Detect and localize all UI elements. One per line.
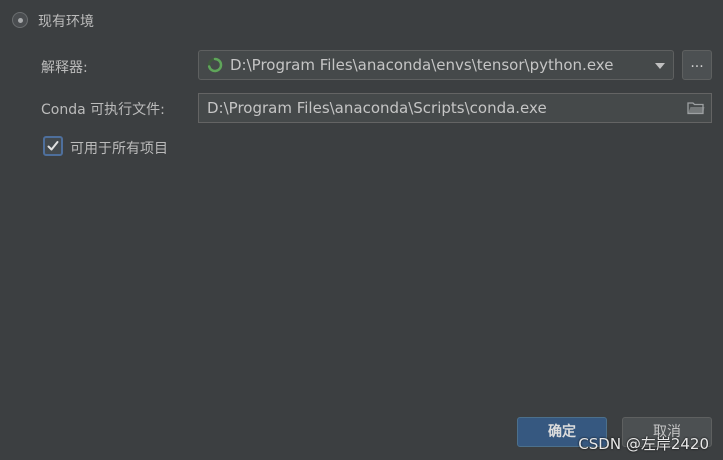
interpreter-combo[interactable]: D:\Program Files\anaconda\envs\tensor\py…: [198, 50, 674, 80]
conda-path-value: D:\Program Files\anaconda\Scripts\conda.…: [207, 99, 547, 117]
interpreter-label: 解释器:: [41, 60, 88, 76]
watermark: CSDN @左岸2420: [578, 435, 709, 453]
browse-interpreter-button[interactable]: ...: [682, 50, 712, 80]
conda-label: Conda 可执行文件:: [41, 102, 165, 118]
interpreter-value: D:\Program Files\anaconda\envs\tensor\py…: [230, 56, 614, 74]
existing-env-radio[interactable]: [12, 12, 28, 28]
loading-spinner-icon: [207, 57, 223, 73]
conda-path-field[interactable]: D:\Program Files\anaconda\Scripts\conda.…: [198, 93, 712, 123]
all-projects-label: 可用于所有项目: [70, 141, 168, 157]
checkmark-icon: [47, 141, 59, 151]
folder-icon[interactable]: [687, 101, 705, 115]
all-projects-checkbox[interactable]: [43, 136, 63, 156]
chevron-down-icon[interactable]: [655, 63, 665, 69]
existing-env-label: 现有环境: [38, 14, 94, 30]
